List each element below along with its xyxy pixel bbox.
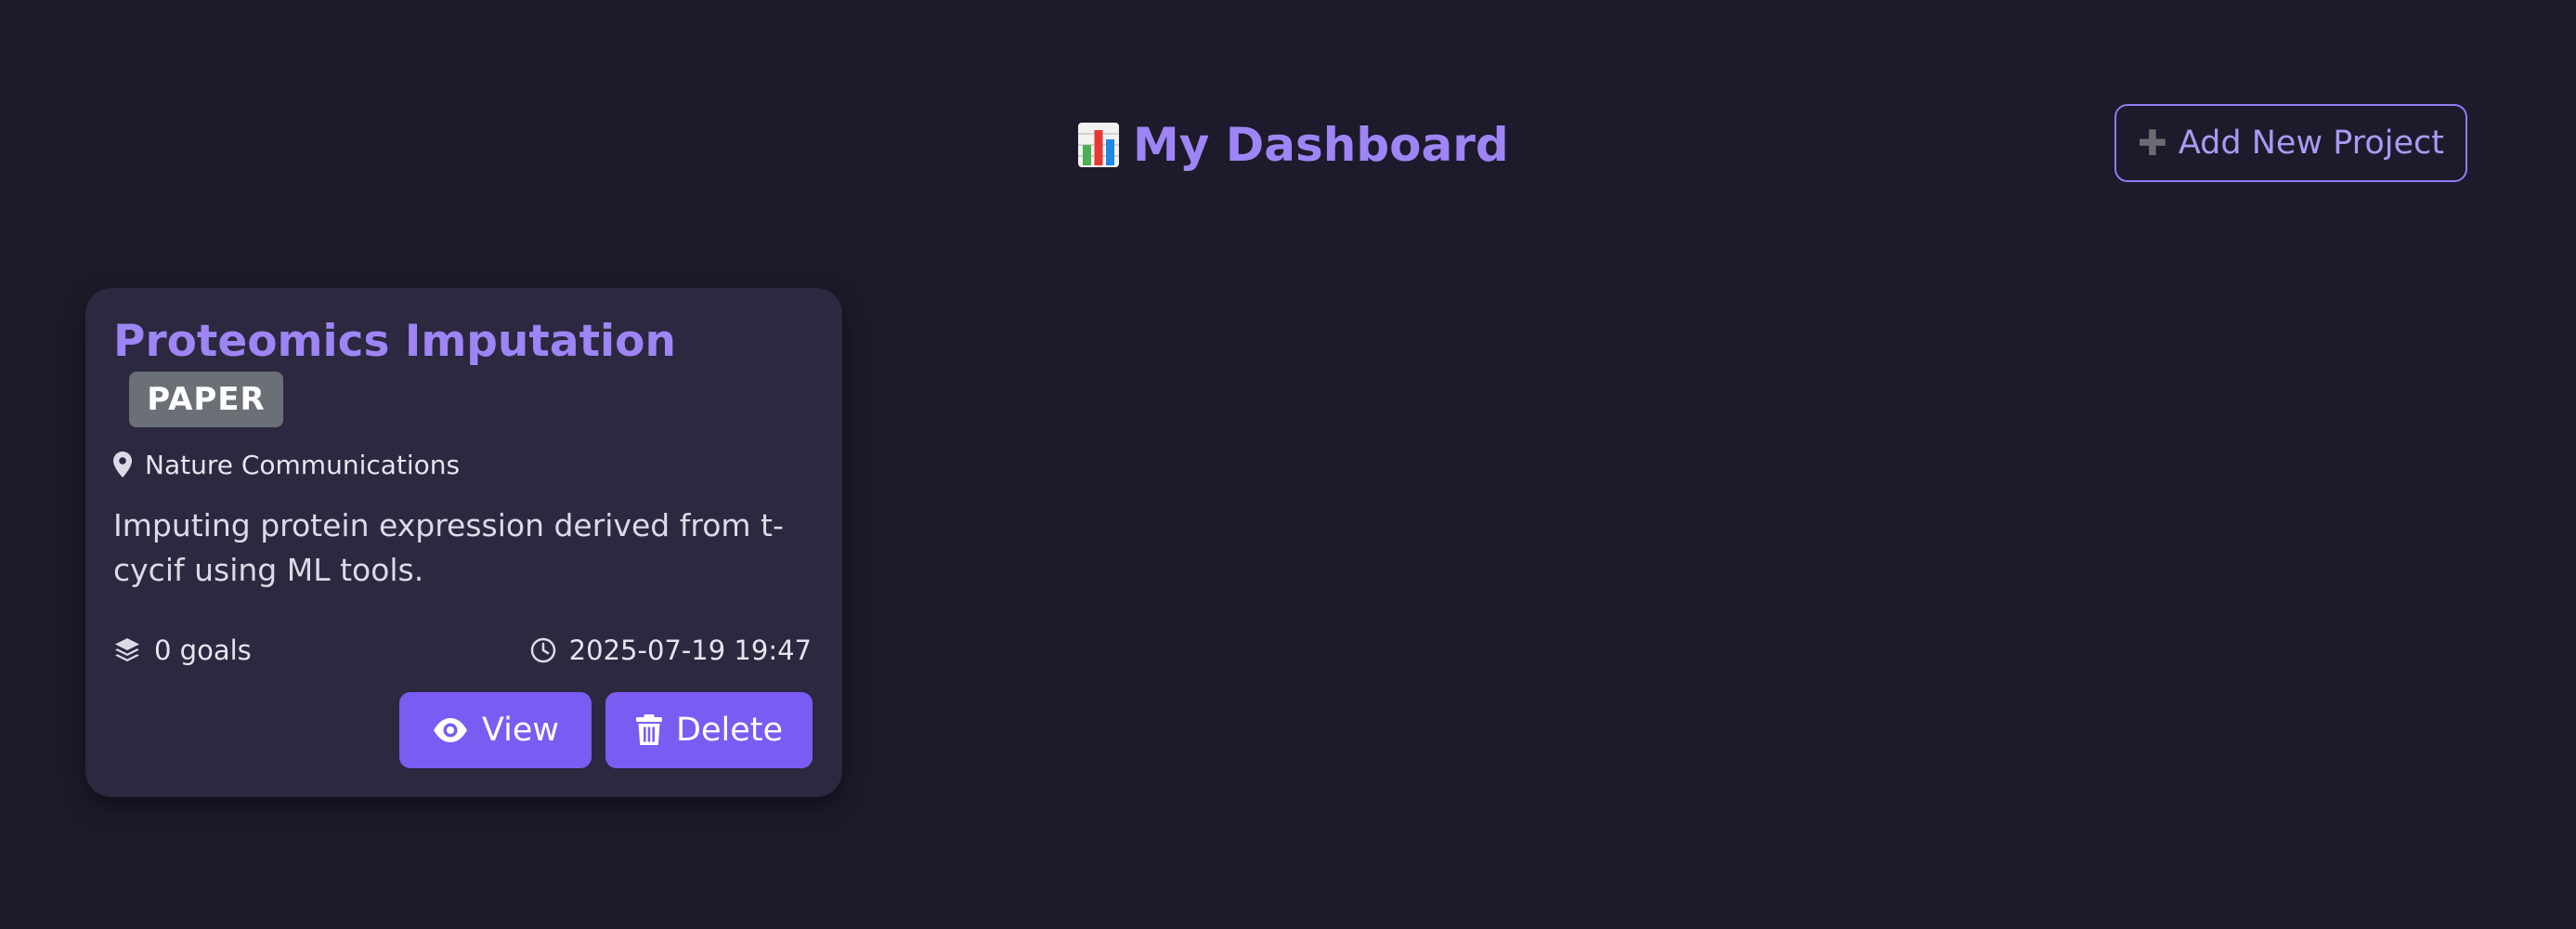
view-button[interactable]: View: [399, 692, 592, 768]
project-timestamp-text: 2025-07-19 19:47: [568, 635, 812, 666]
delete-button-label: Delete: [676, 712, 783, 749]
page-title: My Dashboard: [1077, 110, 1509, 180]
project-goals-text: 0 goals: [154, 635, 252, 666]
eye-icon: [432, 717, 469, 743]
page-header: My Dashboard ✚ Add New Project: [0, 0, 2576, 242]
project-card: Proteomics Imputation PAPER Nature Commu…: [85, 288, 842, 797]
bar-chart-emoji-icon: [1077, 121, 1120, 169]
view-button-label: View: [481, 712, 560, 749]
trash-icon: [635, 714, 663, 746]
add-new-project-button[interactable]: ✚ Add New Project: [2114, 104, 2467, 182]
project-description: Imputing protein expression derived from…: [113, 507, 784, 588]
add-new-project-label: Add New Project: [2178, 124, 2444, 162]
layers-icon: [113, 636, 141, 664]
project-venue: Nature Communications: [113, 437, 460, 492]
project-type-badge: PAPER: [129, 372, 283, 427]
project-timestamp: 2025-07-19 19:47: [530, 622, 812, 678]
page-title-text: My Dashboard: [1133, 118, 1509, 172]
clock-icon: [530, 637, 556, 663]
delete-button[interactable]: Delete: [605, 692, 813, 768]
project-title: Proteomics Imputation: [113, 316, 676, 367]
project-goals: 0 goals: [113, 622, 252, 678]
plus-icon: ✚: [2138, 123, 2167, 164]
map-marker-icon: [113, 451, 132, 478]
project-venue-text: Nature Communications: [145, 449, 461, 480]
